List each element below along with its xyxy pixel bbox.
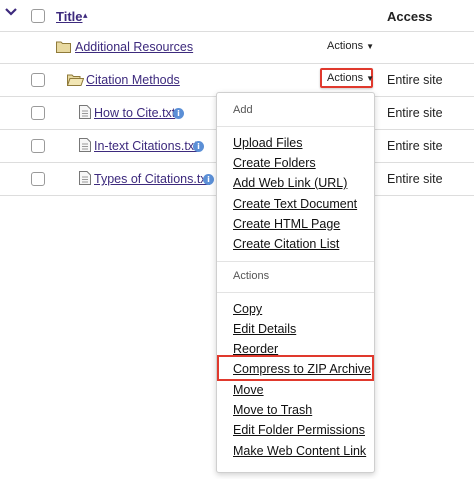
menu-item-copy[interactable]: Copy: [233, 302, 262, 316]
access-value: Entire site: [387, 172, 443, 186]
open-folder-icon: [66, 73, 85, 89]
access-value: Entire site: [387, 106, 443, 120]
menu-item-compress-zip[interactable]: Compress to ZIP Archive: [233, 362, 371, 376]
menu-item-create-citation-list[interactable]: Create Citation List: [233, 237, 339, 251]
actions-button-highlighted[interactable]: Actions ▼: [320, 68, 375, 88]
actions-button[interactable]: Actions ▼: [327, 40, 374, 52]
table-row: Additional Resources Actions ▼: [0, 31, 474, 64]
file-link-in-text-citations[interactable]: In-text Citations.txt: [94, 139, 198, 153]
access-column-header: Access: [387, 9, 433, 24]
menu-divider: [217, 261, 374, 262]
menu-divider: [217, 126, 374, 127]
access-value: Entire site: [387, 139, 443, 153]
text-file-icon: [79, 105, 91, 122]
row-checkbox[interactable]: [31, 172, 45, 186]
menu-item-move-to-trash[interactable]: Move to Trash: [233, 403, 312, 417]
file-link-how-to-cite[interactable]: How to Cite.txt: [94, 106, 175, 120]
folder-link-citation-methods[interactable]: Citation Methods: [86, 73, 180, 87]
menu-item-edit-folder-permissions[interactable]: Edit Folder Permissions: [233, 423, 365, 437]
sort-ascending-icon: ▴: [83, 10, 88, 20]
collapse-chevron-icon[interactable]: [4, 6, 18, 21]
menu-item-make-web-content-link[interactable]: Make Web Content Link: [233, 444, 366, 458]
info-icon[interactable]: i: [203, 174, 214, 185]
info-icon[interactable]: i: [173, 108, 184, 119]
folder-icon: [56, 40, 71, 56]
table-header: Title ▴ Access: [0, 0, 474, 32]
file-link-types-of-citations[interactable]: Types of Citations.txt: [94, 172, 210, 186]
actions-dropdown-menu: Add Upload Files Create Folders Add Web …: [216, 92, 375, 473]
folder-link-additional-resources[interactable]: Additional Resources: [75, 40, 193, 54]
select-all-checkbox[interactable]: [31, 9, 45, 23]
menu-item-add-web-link[interactable]: Add Web Link (URL): [233, 176, 347, 190]
menu-divider: [217, 292, 374, 293]
info-icon[interactable]: i: [193, 141, 204, 152]
row-checkbox[interactable]: [31, 139, 45, 153]
menu-item-edit-details[interactable]: Edit Details: [233, 322, 296, 336]
menu-heading-actions: Actions: [233, 270, 270, 282]
menu-heading-add: Add: [233, 104, 253, 116]
menu-item-upload-files[interactable]: Upload Files: [233, 136, 302, 150]
menu-item-create-text-document[interactable]: Create Text Document: [233, 197, 357, 211]
text-file-icon: [79, 171, 91, 188]
title-column-header[interactable]: Title: [56, 9, 83, 24]
text-file-icon: [79, 138, 91, 155]
menu-item-reorder[interactable]: Reorder: [233, 342, 278, 356]
row-checkbox[interactable]: [31, 73, 45, 87]
caret-down-icon: ▼: [366, 74, 375, 83]
menu-item-move[interactable]: Move: [233, 383, 264, 397]
row-checkbox[interactable]: [31, 106, 45, 120]
access-value: Entire site: [387, 73, 443, 87]
menu-item-create-html-page[interactable]: Create HTML Page: [233, 217, 340, 231]
menu-item-create-folders[interactable]: Create Folders: [233, 156, 316, 170]
caret-down-icon: ▼: [366, 42, 375, 51]
